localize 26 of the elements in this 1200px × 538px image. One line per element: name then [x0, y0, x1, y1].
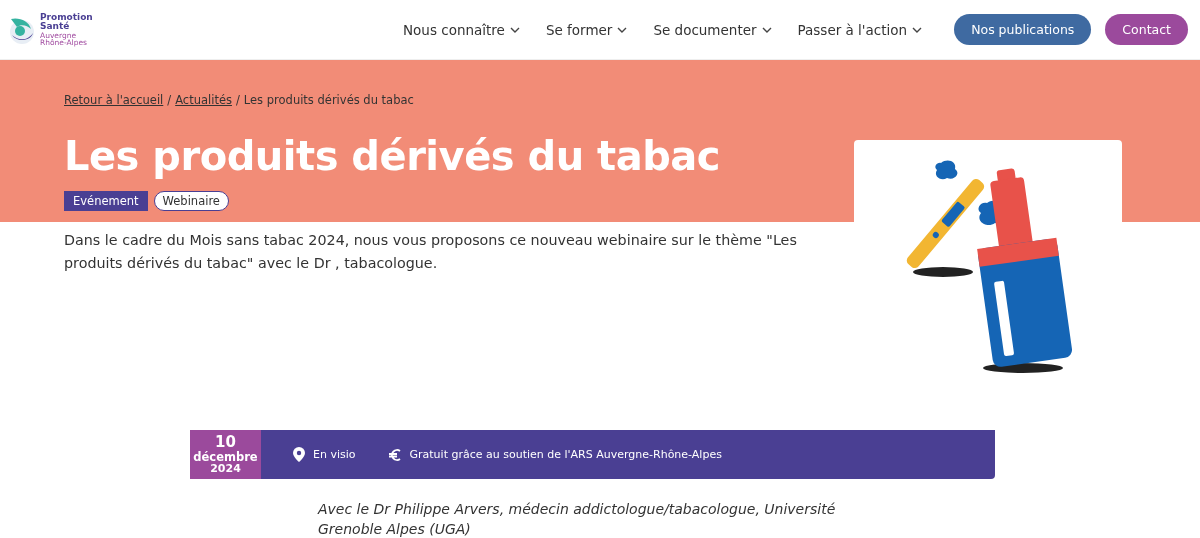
breadcrumb-link[interactable]: Actualités [175, 93, 232, 107]
nav-menu-item[interactable]: Se documenter [653, 21, 772, 38]
location-pin-icon [293, 447, 305, 462]
tag: Evénement [64, 191, 148, 211]
event-place: En visio [313, 448, 356, 461]
chevron-down-icon [617, 26, 628, 33]
nav-menu-item[interactable]: Nous connaître [402, 21, 520, 38]
breadcrumb-separator: / [167, 93, 172, 107]
nav-menu-item[interactable]: Se former [545, 21, 628, 38]
nav-button[interactable]: Contact [1105, 14, 1188, 45]
chevron-down-icon [761, 26, 772, 33]
tag: Webinaire [153, 191, 229, 211]
page-title: Les produits dérivés du tabac [64, 133, 721, 179]
chevron-down-icon [509, 26, 520, 33]
nav-menu-item[interactable]: Passer à l'action [797, 21, 923, 38]
speaker-text: Avec le Dr Philippe Arvers, médecin addictologue/tabacologue, Université Grenoble Alpes (UGA) [318, 500, 837, 538]
event-price: Gratuit grâce au soutien de l'ARS Auvergne-Rhône-Alpes [409, 448, 722, 461]
euro-icon [387, 447, 402, 462]
breadcrumb-link[interactable]: Retour à l'accueil [64, 93, 164, 107]
breadcrumb-current: Les produits dérivés du tabac [243, 93, 414, 107]
nav-button[interactable]: Nos publications [954, 14, 1092, 45]
breadcrumb-separator: / [235, 93, 240, 107]
date-block: 10 décembre 2024 [190, 430, 261, 479]
intro-text: Dans le cadre du Mois sans tabac 2024, nous vous proposons ce nouveau webinaire sur le thème "Les produits dérivés du tabac" avec le Dr , tabacologue. [64, 231, 798, 273]
logo-name: Promotion Santé [40, 12, 92, 31]
chevron-down-icon [912, 26, 923, 33]
